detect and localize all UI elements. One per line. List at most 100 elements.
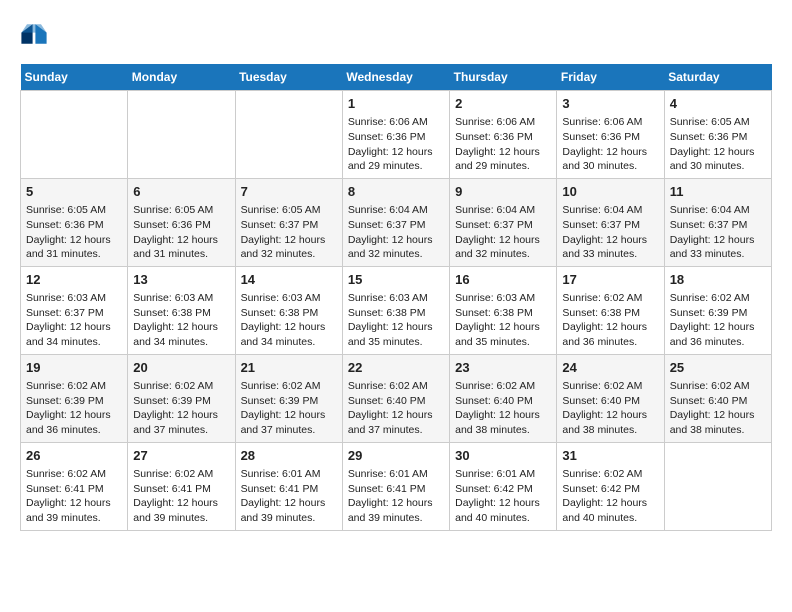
day-number: 4: [670, 95, 766, 113]
calendar-table: SundayMondayTuesdayWednesdayThursdayFrid…: [20, 64, 772, 531]
day-info: Sunrise: 6:03 AM Sunset: 6:38 PM Dayligh…: [241, 291, 337, 350]
calendar-cell: 14 Sunrise: 6:03 AM Sunset: 6:38 PM Dayli…: [235, 266, 342, 354]
day-info: Sunrise: 6:01 AM Sunset: 6:41 PM Dayligh…: [241, 467, 337, 526]
day-info: Sunrise: 6:05 AM Sunset: 6:36 PM Dayligh…: [133, 203, 229, 262]
day-number: 22: [348, 359, 444, 377]
calendar-cell: [21, 91, 128, 179]
weekday-header: Wednesday: [342, 64, 449, 91]
weekday-header: Friday: [557, 64, 664, 91]
calendar-cell: 17 Sunrise: 6:02 AM Sunset: 6:38 PM Dayli…: [557, 266, 664, 354]
day-number: 11: [670, 183, 766, 201]
day-info: Sunrise: 6:02 AM Sunset: 6:39 PM Dayligh…: [26, 379, 122, 438]
day-number: 2: [455, 95, 551, 113]
day-info: Sunrise: 6:04 AM Sunset: 6:37 PM Dayligh…: [670, 203, 766, 262]
day-info: Sunrise: 6:02 AM Sunset: 6:39 PM Dayligh…: [670, 291, 766, 350]
day-number: 6: [133, 183, 229, 201]
calendar-cell: 10 Sunrise: 6:04 AM Sunset: 6:37 PM Dayli…: [557, 178, 664, 266]
calendar-cell: 29 Sunrise: 6:01 AM Sunset: 6:41 PM Dayli…: [342, 442, 449, 530]
calendar-cell: 27 Sunrise: 6:02 AM Sunset: 6:41 PM Dayli…: [128, 442, 235, 530]
calendar-cell: 23 Sunrise: 6:02 AM Sunset: 6:40 PM Dayli…: [450, 354, 557, 442]
day-info: Sunrise: 6:06 AM Sunset: 6:36 PM Dayligh…: [348, 115, 444, 174]
weekday-header-row: SundayMondayTuesdayWednesdayThursdayFrid…: [21, 64, 772, 91]
day-number: 27: [133, 447, 229, 465]
calendar-cell: 28Sunrise: 6:01 AM Sunset: 6:41 PM Dayli…: [235, 442, 342, 530]
calendar-week-row: 12 Sunrise: 6:03 AM Sunset: 6:37 PM Dayli…: [21, 266, 772, 354]
calendar-cell: [235, 91, 342, 179]
calendar-cell: 3 Sunrise: 6:06 AM Sunset: 6:36 PM Daylig…: [557, 91, 664, 179]
day-info: Sunrise: 6:01 AM Sunset: 6:41 PM Dayligh…: [348, 467, 444, 526]
calendar-week-row: 26 Sunrise: 6:02 AM Sunset: 6:41 PM Dayli…: [21, 442, 772, 530]
calendar-cell: 20 Sunrise: 6:02 AM Sunset: 6:39 PM Dayli…: [128, 354, 235, 442]
calendar-week-row: 5 Sunrise: 6:05 AM Sunset: 6:36 PM Daylig…: [21, 178, 772, 266]
calendar-cell: 22 Sunrise: 6:02 AM Sunset: 6:40 PM Dayli…: [342, 354, 449, 442]
day-number: 8: [348, 183, 444, 201]
day-info: Sunrise: 6:02 AM Sunset: 6:42 PM Dayligh…: [562, 467, 658, 526]
day-number: 13: [133, 271, 229, 289]
day-info: Sunrise: 6:02 AM Sunset: 6:41 PM Dayligh…: [26, 467, 122, 526]
calendar-week-row: 19 Sunrise: 6:02 AM Sunset: 6:39 PM Dayli…: [21, 354, 772, 442]
day-info: Sunrise: 6:02 AM Sunset: 6:38 PM Dayligh…: [562, 291, 658, 350]
day-number: 23: [455, 359, 551, 377]
day-info: Sunrise: 6:05 AM Sunset: 6:37 PM Dayligh…: [241, 203, 337, 262]
calendar-cell: 12 Sunrise: 6:03 AM Sunset: 6:37 PM Dayli…: [21, 266, 128, 354]
day-info: Sunrise: 6:02 AM Sunset: 6:39 PM Dayligh…: [241, 379, 337, 438]
calendar-cell: 26 Sunrise: 6:02 AM Sunset: 6:41 PM Dayli…: [21, 442, 128, 530]
calendar-cell: 11 Sunrise: 6:04 AM Sunset: 6:37 PM Dayli…: [664, 178, 771, 266]
calendar-cell: 16Sunrise: 6:03 AM Sunset: 6:38 PM Dayli…: [450, 266, 557, 354]
logo-icon: [20, 20, 48, 48]
day-number: 19: [26, 359, 122, 377]
day-number: 15: [348, 271, 444, 289]
calendar-cell: 2 Sunrise: 6:06 AM Sunset: 6:36 PM Daylig…: [450, 91, 557, 179]
weekday-header: Monday: [128, 64, 235, 91]
calendar-cell: 7Sunrise: 6:05 AM Sunset: 6:37 PM Daylig…: [235, 178, 342, 266]
day-number: 20: [133, 359, 229, 377]
calendar-cell: 21Sunrise: 6:02 AM Sunset: 6:39 PM Dayli…: [235, 354, 342, 442]
day-info: Sunrise: 6:02 AM Sunset: 6:40 PM Dayligh…: [562, 379, 658, 438]
day-number: 12: [26, 271, 122, 289]
day-info: Sunrise: 6:06 AM Sunset: 6:36 PM Dayligh…: [455, 115, 551, 174]
day-info: Sunrise: 6:04 AM Sunset: 6:37 PM Dayligh…: [348, 203, 444, 262]
day-info: Sunrise: 6:03 AM Sunset: 6:37 PM Dayligh…: [26, 291, 122, 350]
day-number: 9: [455, 183, 551, 201]
weekday-header: Tuesday: [235, 64, 342, 91]
calendar-cell: 15 Sunrise: 6:03 AM Sunset: 6:38 PM Dayli…: [342, 266, 449, 354]
day-info: Sunrise: 6:01 AM Sunset: 6:42 PM Dayligh…: [455, 467, 551, 526]
page-header: [20, 20, 772, 48]
day-info: Sunrise: 6:06 AM Sunset: 6:36 PM Dayligh…: [562, 115, 658, 174]
calendar-cell: 19 Sunrise: 6:02 AM Sunset: 6:39 PM Dayli…: [21, 354, 128, 442]
day-number: 10: [562, 183, 658, 201]
day-info: Sunrise: 6:03 AM Sunset: 6:38 PM Dayligh…: [348, 291, 444, 350]
calendar-week-row: 1Sunrise: 6:06 AM Sunset: 6:36 PM Daylig…: [21, 91, 772, 179]
day-number: 17: [562, 271, 658, 289]
calendar-cell: 31 Sunrise: 6:02 AM Sunset: 6:42 PM Dayli…: [557, 442, 664, 530]
day-info: Sunrise: 6:02 AM Sunset: 6:41 PM Dayligh…: [133, 467, 229, 526]
calendar-cell: 1Sunrise: 6:06 AM Sunset: 6:36 PM Daylig…: [342, 91, 449, 179]
calendar-cell: [128, 91, 235, 179]
day-info: Sunrise: 6:03 AM Sunset: 6:38 PM Dayligh…: [133, 291, 229, 350]
day-number: 26: [26, 447, 122, 465]
day-info: Sunrise: 6:04 AM Sunset: 6:37 PM Dayligh…: [562, 203, 658, 262]
calendar-cell: 9 Sunrise: 6:04 AM Sunset: 6:37 PM Daylig…: [450, 178, 557, 266]
day-number: 30: [455, 447, 551, 465]
day-number: 18: [670, 271, 766, 289]
day-number: 29: [348, 447, 444, 465]
day-info: Sunrise: 6:04 AM Sunset: 6:37 PM Dayligh…: [455, 203, 551, 262]
weekday-header: Sunday: [21, 64, 128, 91]
day-number: 3: [562, 95, 658, 113]
calendar-cell: 30 Sunrise: 6:01 AM Sunset: 6:42 PM Dayli…: [450, 442, 557, 530]
day-info: Sunrise: 6:02 AM Sunset: 6:39 PM Dayligh…: [133, 379, 229, 438]
day-number: 24: [562, 359, 658, 377]
calendar-cell: 5 Sunrise: 6:05 AM Sunset: 6:36 PM Daylig…: [21, 178, 128, 266]
day-number: 14: [241, 271, 337, 289]
day-number: 16: [455, 271, 551, 289]
day-number: 5: [26, 183, 122, 201]
calendar-cell: 4Sunrise: 6:05 AM Sunset: 6:36 PM Daylig…: [664, 91, 771, 179]
day-info: Sunrise: 6:02 AM Sunset: 6:40 PM Dayligh…: [348, 379, 444, 438]
calendar-cell: 25Sunrise: 6:02 AM Sunset: 6:40 PM Dayli…: [664, 354, 771, 442]
day-info: Sunrise: 6:05 AM Sunset: 6:36 PM Dayligh…: [26, 203, 122, 262]
logo: [20, 20, 52, 48]
day-number: 31: [562, 447, 658, 465]
calendar-cell: 8 Sunrise: 6:04 AM Sunset: 6:37 PM Daylig…: [342, 178, 449, 266]
day-number: 25: [670, 359, 766, 377]
day-info: Sunrise: 6:02 AM Sunset: 6:40 PM Dayligh…: [455, 379, 551, 438]
